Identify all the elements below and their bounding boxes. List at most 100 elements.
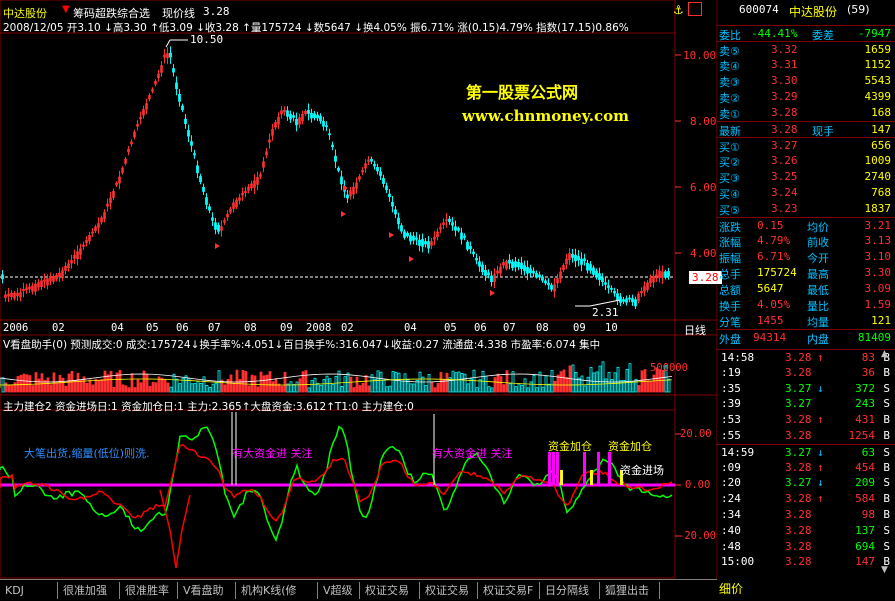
indicator-tab[interactable]: 权证交易C: [420, 582, 478, 599]
indicator-tab[interactable]: KDJ: [0, 582, 58, 599]
price-candle: [187, 130, 190, 137]
indicator-tab[interactable]: 机构K线(修: [236, 582, 318, 599]
tick-row: :40 3.28 137 S: [717, 523, 895, 539]
detail-price-tab[interactable]: 细价: [719, 580, 743, 597]
tick-volume: 98: [861, 508, 875, 521]
price-candle: [346, 194, 349, 199]
tick-time: :34: [721, 508, 741, 521]
volume-bar: [643, 369, 647, 393]
watermark-url: www.chnmoney.com: [462, 107, 629, 125]
volume-bar: [412, 383, 416, 393]
period-label[interactable]: 日线: [684, 322, 706, 338]
stat-value: 5647: [757, 282, 784, 295]
tick-row: :39 3.27 243 S: [717, 396, 895, 412]
price-candle: [208, 206, 211, 211]
volume-bar: [49, 384, 53, 393]
volume-bar: [73, 380, 77, 393]
last-price-row: 最新 3.28 现手 147: [717, 121, 895, 138]
tick-side: B: [883, 413, 890, 427]
wei-bi-row: 委比 -44.41% 委差 -7947: [717, 25, 895, 42]
volume-bar: [505, 370, 509, 393]
volume-bar: [373, 378, 377, 393]
indicator-tab[interactable]: 日分隔线: [540, 582, 600, 599]
price-candle: [463, 235, 466, 238]
tick-row: 15:00 3.28 147 B: [717, 554, 895, 570]
stat-label: 前收: [807, 236, 829, 249]
volume-bar: [112, 386, 116, 393]
volume-bar: [238, 378, 242, 393]
sell-level-label: 卖①: [719, 108, 740, 121]
outer-value: 94314: [753, 331, 787, 344]
tick-row: :09 3.28 ↑ 454 B: [717, 460, 895, 476]
volume-bar: [271, 381, 275, 393]
price-candle: [604, 282, 607, 285]
volume-bar: [526, 387, 530, 393]
indicator-tab[interactable]: V看盘助手: [178, 582, 236, 599]
date-axis-label: 02: [341, 322, 354, 334]
tick-side: S: [883, 445, 890, 459]
buy-level-row: 买⑤ 3.23 1837: [717, 201, 895, 217]
indicator-tab[interactable]: 很准胜率: [120, 582, 178, 599]
tick-price: 3.28: [785, 555, 812, 569]
date-axis-label: 05: [146, 322, 159, 334]
sell-level-volume: 1152: [864, 58, 892, 71]
volume-bar: [115, 372, 119, 393]
indicator-tab[interactable]: 狐狸出击: [600, 582, 660, 599]
indicator-tab[interactable]: 很准加强: [58, 582, 120, 599]
volume-bar: [136, 379, 140, 393]
stat-label: 换手: [719, 300, 741, 313]
indicator-tab[interactable]: V超级MACD: [318, 582, 360, 599]
entry-bar: [560, 470, 563, 485]
scroll-up-icon[interactable]: ▲: [881, 349, 888, 359]
stat-value: 4.05%: [757, 298, 791, 311]
fund-axis-label: -20.00: [678, 530, 716, 542]
volume-bar: [589, 367, 593, 393]
tick-volume: 243: [855, 397, 875, 411]
scroll-down-icon[interactable]: ▼: [881, 565, 888, 575]
volume-bar: [94, 378, 98, 393]
window-toggle-icon[interactable]: [688, 2, 702, 16]
high-price-annotation: 10.50: [190, 33, 224, 46]
volume-bar: [376, 370, 380, 393]
price-candle: [400, 225, 403, 232]
indicator-tab[interactable]: 权证交易B: [360, 582, 420, 599]
volume-bar: [178, 383, 182, 393]
volume-bar: [328, 378, 332, 393]
volume-bar: [61, 377, 65, 393]
indicator-title[interactable]: 筹码超跌综合选: [73, 5, 150, 21]
volume-bar: [169, 386, 173, 393]
sell-level-volume: 4399: [864, 90, 892, 103]
volume-bar: [400, 380, 404, 393]
volume-bar: [475, 387, 479, 393]
volume-bar: [484, 375, 488, 393]
stat-label: 量比: [807, 300, 829, 313]
chart-canvas[interactable]: [0, 0, 717, 579]
date-axis-label: 05: [444, 322, 457, 334]
volume-bar: [232, 382, 236, 393]
volume-bar: [388, 385, 392, 393]
volume-bar: [268, 371, 272, 393]
volume-bar: [118, 370, 122, 393]
price-candle: [490, 275, 493, 283]
tick-volume: 147: [855, 555, 875, 569]
volume-bar: [19, 374, 23, 393]
anchor-icon[interactable]: ⚓: [673, 3, 684, 17]
indicator-tab[interactable]: 权证交易F: [478, 582, 540, 599]
stat-value: 121: [871, 314, 891, 327]
buy-level-volume: 1837: [864, 202, 892, 215]
price-candle: [457, 228, 460, 231]
stat-label: 分笔: [719, 316, 741, 329]
sell-level-price: 3.32: [771, 43, 798, 56]
add-position-bar: [597, 452, 600, 485]
tick-arrow: ↓: [817, 476, 824, 490]
volume-bar: [160, 377, 164, 393]
price-candle: [1, 274, 4, 280]
volume-bar: [502, 384, 506, 393]
stat-row: 分笔 1455 均量 121: [717, 313, 895, 329]
tick-row: :48 3.28 694 S: [717, 539, 895, 555]
stat-value: 3.10: [864, 250, 892, 263]
price-candle: [508, 259, 511, 264]
buy-level-label: 买⑤: [719, 204, 740, 217]
volume-bar: [85, 383, 89, 393]
price-candle: [466, 241, 469, 250]
